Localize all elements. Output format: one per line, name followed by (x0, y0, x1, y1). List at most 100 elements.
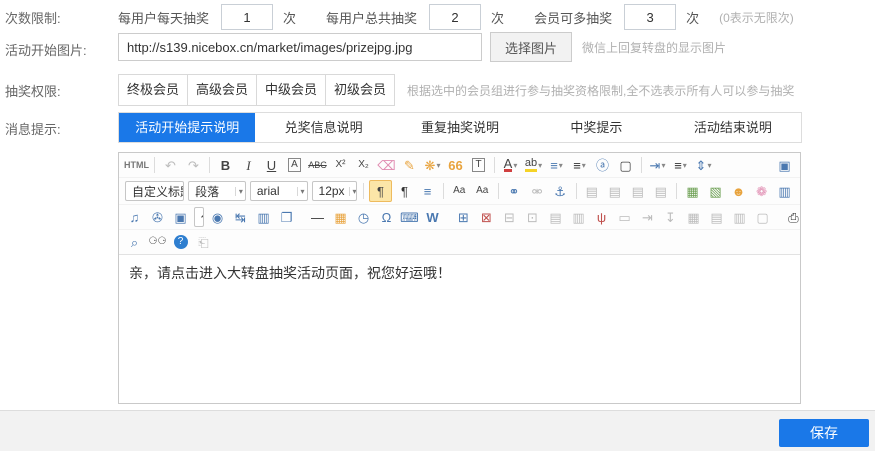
table-frame-icon[interactable]: ▭ (614, 207, 635, 227)
link-icon[interactable]: ⚭ (504, 181, 525, 201)
message-tab[interactable]: 活动结束说明 (665, 113, 801, 142)
indent-icon[interactable]: ⇥▾ (647, 155, 668, 175)
font-size-select[interactable]: 12px▾ (312, 181, 358, 201)
multi-image-icon[interactable]: ▧ (705, 181, 726, 201)
image-align-none-icon[interactable]: ▤ (650, 181, 671, 201)
member-extra-input[interactable] (624, 4, 676, 30)
image-align-center-icon[interactable]: ▤ (604, 181, 625, 201)
choose-image-button[interactable]: 选择图片 (490, 32, 572, 62)
total-label: 每用户总共抽奖 (326, 8, 417, 27)
attachment-icon[interactable]: ✇ (147, 207, 168, 227)
delete-table-icon[interactable]: ⊠ (476, 207, 497, 227)
to-lowercase-icon[interactable]: Aa (472, 181, 493, 201)
print-icon[interactable]: ⎙ (783, 207, 804, 227)
date-icon[interactable]: ▦ (330, 207, 351, 227)
unlink-icon[interactable]: ⚮ (527, 181, 548, 201)
insert-column-right-icon[interactable]: ⇥ (637, 207, 658, 227)
text-indent-icon[interactable]: ≡ (417, 181, 438, 201)
image-align-right-icon[interactable]: ▤ (627, 181, 648, 201)
line-height-icon[interactable]: ⇕▾ (693, 155, 714, 175)
preview-icon[interactable]: ⌕ (124, 232, 145, 252)
italic-icon[interactable]: I (238, 155, 259, 175)
member-group-button[interactable]: 初级会员 (325, 74, 395, 106)
font-family-select[interactable]: arial▾ (250, 181, 308, 201)
source-code-button[interactable]: HTML (124, 155, 149, 175)
redo-icon[interactable]: ↷ (183, 155, 204, 175)
toolbar-separator (676, 183, 677, 199)
new-document-icon[interactable]: ▢ (615, 155, 636, 175)
cell-properties-icon[interactable]: ⊡ (522, 207, 543, 227)
circle-list-icon[interactable]: ⓐ (592, 155, 613, 175)
superscript-icon[interactable]: X² (330, 155, 351, 175)
strikethrough-icon[interactable]: ABC (307, 155, 328, 175)
find-replace-icon[interactable]: ⚆⚆ (147, 232, 168, 252)
total-unit: 次 (491, 8, 504, 27)
insert-column-icon[interactable]: ▥ (568, 207, 589, 227)
paragraph-select[interactable]: 段落▾ (188, 181, 246, 201)
unordered-list-icon[interactable]: ≡▾ (569, 155, 590, 175)
scrawl-icon[interactable]: ❁ (751, 181, 772, 201)
table-properties-icon[interactable]: ⊟ (499, 207, 520, 227)
blockquote-icon[interactable]: 66 (445, 155, 466, 175)
delete-column-icon[interactable]: ▥ (729, 207, 750, 227)
to-uppercase-icon[interactable]: Aa (449, 181, 470, 201)
message-tab[interactable]: 兑奖信息说明 (255, 113, 391, 142)
insert-row-icon[interactable]: ▤ (545, 207, 566, 227)
fullscreen-icon[interactable]: ▣ (774, 155, 795, 175)
ordered-list-icon[interactable]: ≡▾ (546, 155, 567, 175)
paste-as-text-icon[interactable]: T (468, 155, 489, 175)
help-icon[interactable]: ? (170, 232, 191, 252)
anchor-icon[interactable]: ⚓ (550, 181, 571, 201)
music-icon[interactable]: ♫ (124, 207, 145, 227)
special-char-icon[interactable]: Ω (376, 207, 397, 227)
flash-icon[interactable]: ▣ (170, 207, 191, 227)
merge-cells-icon[interactable]: ▦ (683, 207, 704, 227)
bold-icon[interactable]: B (215, 155, 236, 175)
word-import-icon[interactable]: W (422, 207, 443, 227)
ltr-paragraph-icon[interactable]: ¶ (369, 180, 392, 202)
format-brush-icon[interactable]: ✎ (399, 155, 420, 175)
columns-icon[interactable]: ▥ (253, 207, 274, 227)
time-icon[interactable]: ◷ (353, 207, 374, 227)
insert-table-icon[interactable]: ⊞ (453, 207, 474, 227)
style-select[interactable]: 自定义标题▾ (125, 181, 184, 201)
image-url-input[interactable] (118, 33, 482, 61)
rtl-paragraph-icon[interactable]: ¶ (394, 181, 415, 201)
message-tab[interactable]: 重复抽奖说明 (392, 113, 528, 142)
split-cell-icon[interactable]: ψ (591, 207, 612, 227)
page-template-icon[interactable]: ▢ (752, 207, 773, 227)
border-text-icon[interactable]: A (284, 155, 305, 175)
member-group-button[interactable]: 中级会员 (256, 74, 326, 106)
image-align-left-icon[interactable]: ▤ (581, 181, 602, 201)
hr-icon[interactable]: — (307, 207, 328, 227)
member-group-button[interactable]: 高级会员 (187, 74, 257, 106)
insert-code-icon[interactable]: ◉ (207, 207, 228, 227)
emoticon-icon[interactable]: ☻ (728, 181, 749, 201)
message-tab[interactable]: 中奖提示 (528, 113, 664, 142)
alignment-icon[interactable]: ≡▾ (670, 155, 691, 175)
pagebreak-icon[interactable]: ↹ (230, 207, 251, 227)
subscript-icon[interactable]: X₂ (353, 155, 374, 175)
media-icon[interactable]: ▥ (774, 181, 795, 201)
undo-icon[interactable]: ↶ (160, 155, 181, 175)
highlight-color-icon[interactable]: ab▾ (523, 155, 544, 175)
underline-icon[interactable]: U (261, 155, 282, 175)
delete-row-icon[interactable]: ▤ (706, 207, 727, 227)
save-button[interactable]: 保存 (779, 419, 869, 447)
member-group-button[interactable]: 终极会员 (118, 74, 188, 106)
message-tab[interactable]: 活动开始提示说明 (119, 113, 255, 142)
editor-content[interactable]: 亲，请点击进入大转盘抽奖活动页面，祝您好运哦！ (119, 255, 800, 403)
snapshot-icon[interactable]: ❐ (276, 207, 297, 227)
insert-row-below-icon[interactable]: ↧ (660, 207, 681, 227)
code-language-select[interactable]: 代码语言▾ (194, 207, 204, 227)
remove-format-icon[interactable]: ⌫ (376, 155, 397, 175)
rich-text-editor: HTML↶↷BIUAABCX²X₂⌫✎❋▾66TA▾ab▾≡▾≡▾ⓐ▢⇥▾≡▾⇕… (118, 152, 801, 404)
insert-image-icon[interactable]: ▦ (682, 181, 703, 201)
map-icon[interactable]: ⌨ (399, 207, 420, 227)
quick-format-icon[interactable]: ❋▾ (422, 155, 443, 175)
font-color-icon[interactable]: A▾ (500, 155, 521, 175)
editor-toolbar: HTML↶↷BIUAABCX²X₂⌫✎❋▾66TA▾ab▾≡▾≡▾ⓐ▢⇥▾≡▾⇕… (119, 153, 800, 255)
per-day-input[interactable] (221, 4, 273, 30)
paste-icon[interactable]: ⎗ (193, 232, 214, 252)
total-input[interactable] (429, 4, 481, 30)
